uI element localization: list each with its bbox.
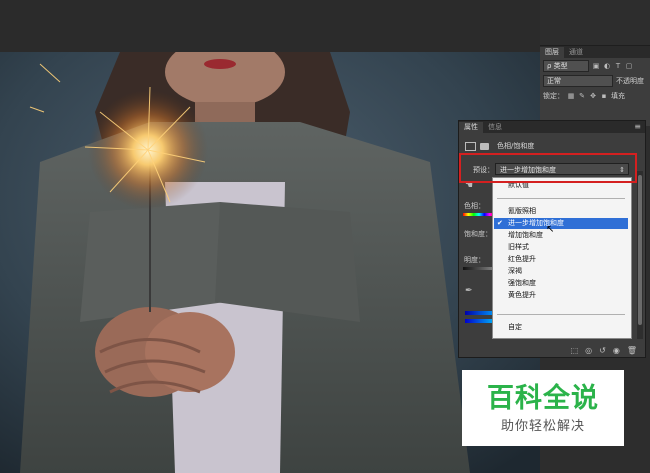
layers-panel: 图层 通道 ρ 类型 ▣ ◐ T ▢ 正常 不透明度 锁定： ▦ ✎ ✥ ▪ 填… — [540, 45, 650, 126]
lightness-label: 明度： — [464, 256, 485, 264]
lock-row: 锁定： ▦ ✎ ✥ ▪ 填充 — [540, 88, 650, 103]
reset-icon[interactable]: ↺ — [599, 346, 606, 355]
blend-mode-select[interactable]: 正常 — [543, 74, 613, 87]
hand-icon[interactable]: ☚ — [465, 181, 473, 191]
watermark-title: 百科全说 — [487, 383, 599, 414]
preset-option-default[interactable]: 默认值 — [508, 180, 529, 191]
shape-filter-icon[interactable]: ▢ — [625, 62, 633, 70]
layer-filter-row: ρ 类型 ▣ ◐ T ▢ — [540, 58, 650, 73]
adjustment-filter-icon[interactable]: ◐ — [603, 62, 611, 70]
mask-icon[interactable] — [480, 142, 489, 150]
blend-row: 正常 不透明度 — [540, 73, 650, 88]
clip-layer-icon[interactable]: ⬚ — [571, 346, 579, 355]
properties-footer: ⬚ ◎ ↺ ◉ 🗑 — [459, 343, 645, 357]
preset-label: 预设： — [473, 166, 494, 174]
view-previous-icon[interactable]: ◎ — [585, 346, 592, 355]
type-filter-icon[interactable]: T — [614, 62, 622, 70]
tab-channels[interactable]: 通道 — [564, 47, 588, 58]
opacity-label: 不透明度 — [616, 76, 644, 85]
trash-icon[interactable]: 🗑 — [627, 346, 637, 355]
adjustment-header: 色相/饱和度 — [465, 141, 534, 151]
hue-saturation-layer-icon[interactable] — [465, 141, 476, 151]
preset-select[interactable]: 进一步增加饱和度 ⇕ — [495, 163, 629, 175]
scroll-thumb[interactable] — [638, 175, 642, 325]
preset-dropdown-menu: 默认值 氰版照相 ✔ 进一步增加饱和度 增加饱和度 旧样式 红色提升 深褐 强饱… — [492, 177, 632, 339]
chevron-updown-icon: ⇕ — [619, 166, 625, 174]
preset-value: 进一步增加饱和度 — [500, 166, 556, 174]
tab-properties[interactable]: 属性 — [459, 122, 483, 133]
preset-option-red-boost[interactable]: 红色提升 — [508, 254, 536, 265]
preset-option-sepia[interactable]: 深褐 — [508, 266, 522, 277]
properties-title-bar: 属性 信息 ≡ — [459, 121, 645, 133]
canvas-background — [0, 0, 540, 52]
properties-scrollbar[interactable] — [637, 171, 643, 339]
menu-separator — [497, 198, 625, 199]
layers-tab-bar: 图层 通道 — [540, 46, 650, 58]
tab-layers[interactable]: 图层 — [540, 47, 564, 58]
adjustment-title: 色相/饱和度 — [497, 142, 535, 150]
lock-all-icon[interactable]: ▪ — [600, 92, 608, 100]
watermark-logo: 百科全说 助你轻松解决 — [462, 370, 624, 446]
preset-option-old-style[interactable]: 旧样式 — [508, 242, 529, 253]
checkmark-icon: ✔ — [497, 219, 503, 227]
preset-option-label: 进一步增加饱和度 — [508, 219, 564, 227]
eyedropper-icon[interactable]: ✒ — [465, 286, 473, 296]
mouse-cursor-icon: ↖ — [546, 224, 555, 235]
lock-label: 锁定： — [543, 91, 564, 100]
preset-option-custom[interactable]: 自定 — [508, 322, 522, 333]
preset-option-further-saturation[interactable]: ✔ 进一步增加饱和度 — [494, 218, 628, 229]
menu-separator — [497, 314, 625, 315]
lock-pixels-icon[interactable]: ▦ — [567, 92, 575, 100]
preset-option-yellow-boost[interactable]: 黄色提升 — [508, 290, 536, 301]
visibility-icon[interactable]: ◉ — [613, 346, 620, 355]
lightness-slider[interactable] — [463, 267, 495, 270]
layer-kind-filter[interactable]: ρ 类型 — [543, 59, 589, 72]
watermark-subtitle: 助你轻松解决 — [500, 419, 585, 434]
preset-option-increase-saturation[interactable]: 增加饱和度 — [508, 230, 543, 241]
lock-move-icon[interactable]: ✥ — [589, 92, 597, 100]
image-filter-icon[interactable]: ▣ — [592, 62, 600, 70]
hue-label: 色相： — [464, 202, 485, 210]
saturation-label: 饱和度： — [464, 230, 492, 238]
lock-brush-icon[interactable]: ✎ — [578, 92, 586, 100]
preset-option-strong-saturation[interactable]: 强饱和度 — [508, 278, 536, 289]
hue-slider[interactable] — [463, 213, 495, 216]
tab-info[interactable]: 信息 — [483, 122, 507, 133]
fill-label: 填充 — [611, 91, 625, 100]
panel-menu-icon[interactable]: ≡ — [634, 122, 641, 131]
preset-option-cyanotype[interactable]: 氰版照相 — [508, 206, 536, 217]
